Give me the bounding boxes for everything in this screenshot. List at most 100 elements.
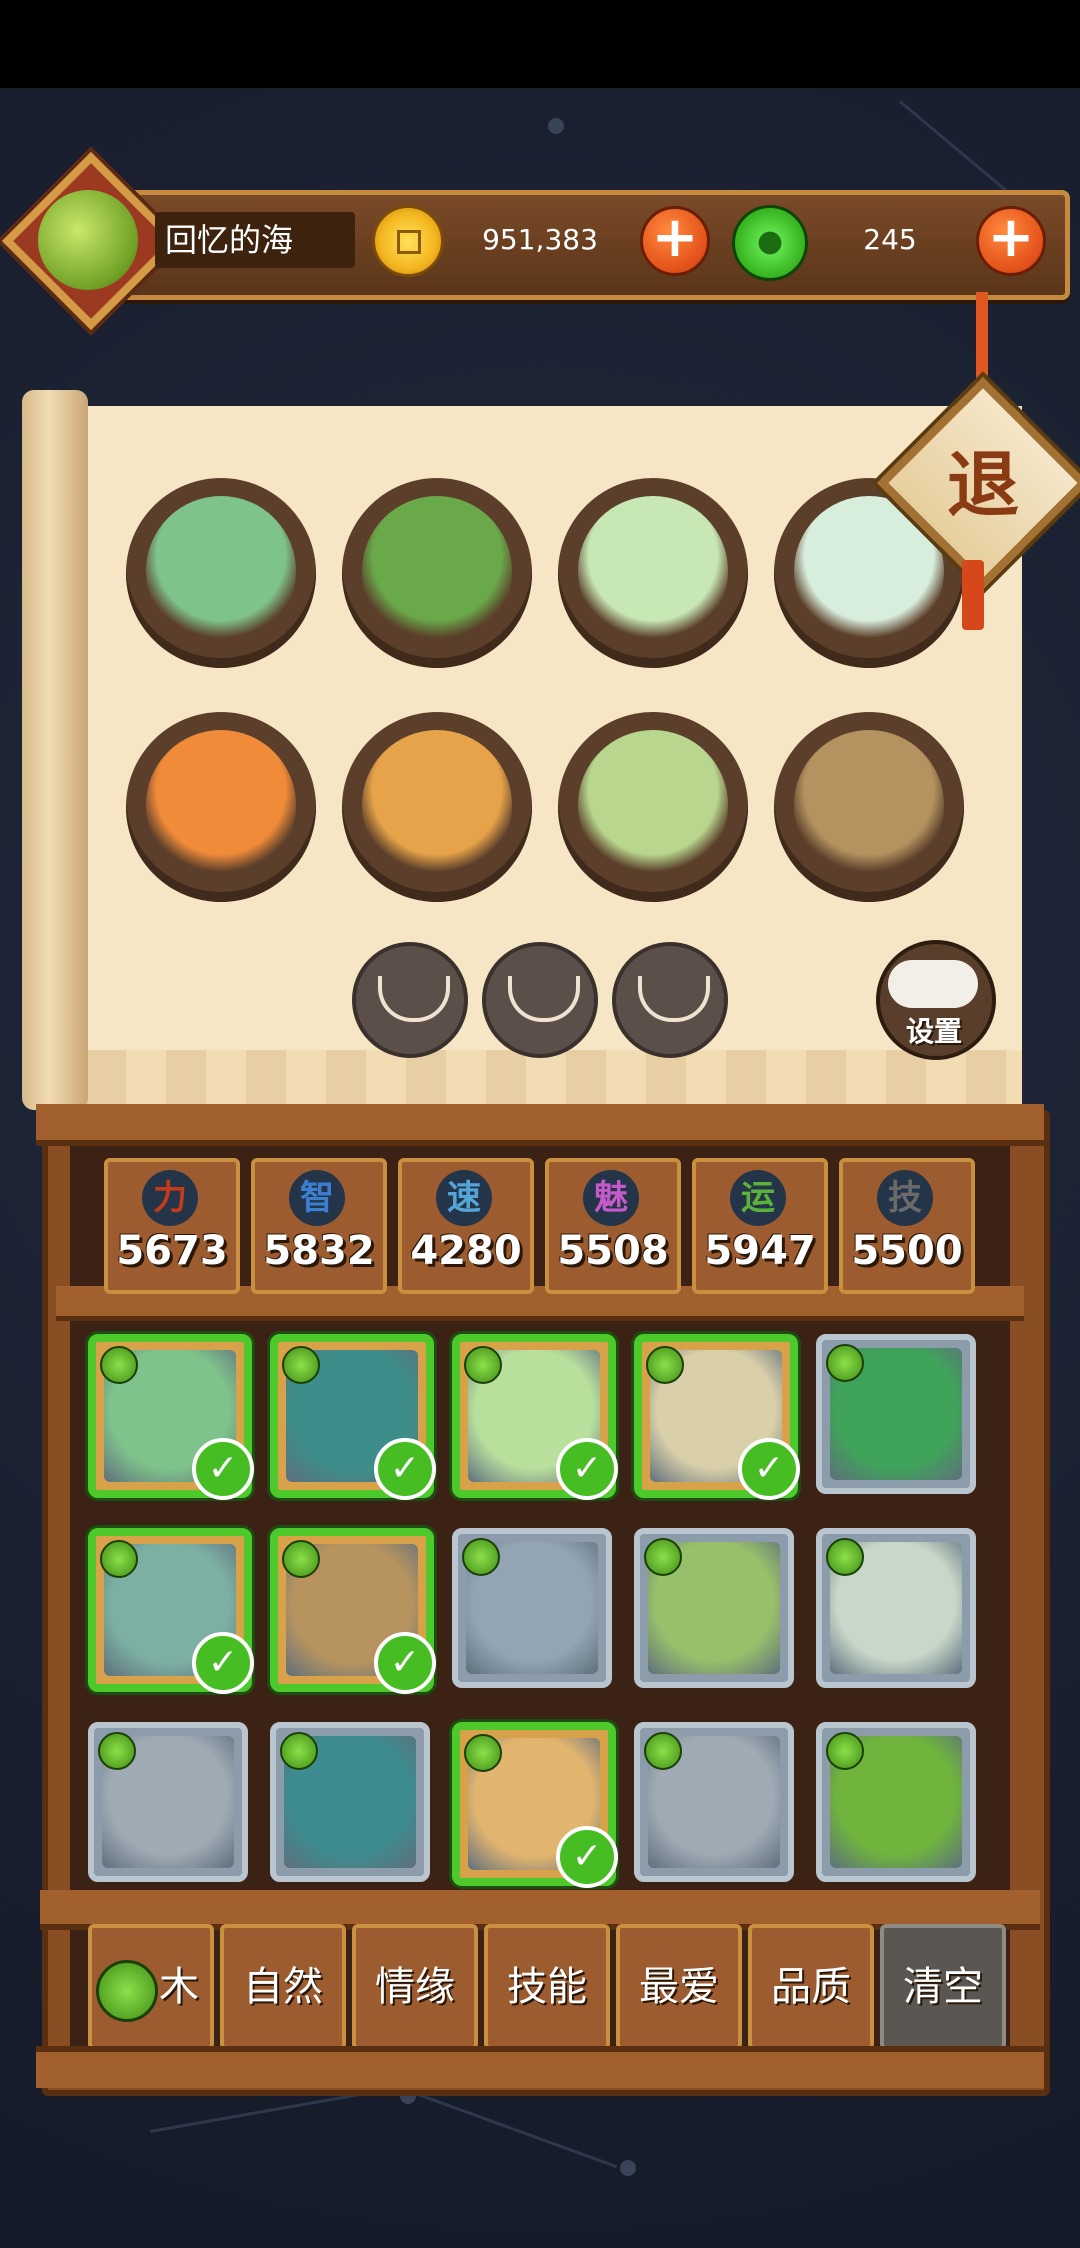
hero-card-twin-fairies[interactable]	[816, 1528, 976, 1688]
stat-value: 5500	[851, 1228, 963, 1274]
stat-4: 运 5947	[692, 1158, 828, 1294]
team-slot-leaf-dancer[interactable]	[342, 712, 532, 902]
team-slot-silver-hair-swordsman[interactable]	[558, 712, 748, 902]
filter-button-2[interactable]: 情缘	[352, 1924, 478, 2050]
hero-card-leaf-dancer[interactable]: ✓	[452, 1722, 618, 1888]
hero-card-tree-man[interactable]	[816, 1722, 976, 1882]
hero-card-green-hair-boy[interactable]	[634, 1528, 794, 1688]
hero-card-jade-turtle-hero[interactable]: ✓	[452, 1334, 618, 1500]
wood-element-icon	[100, 1540, 138, 1578]
wood-element-icon	[826, 1732, 864, 1770]
team-slot-straw-hat-archer[interactable]	[774, 712, 964, 902]
filter-button-6[interactable]: 清空	[880, 1924, 1006, 2050]
stat-icon: 速	[436, 1170, 492, 1226]
checkmark-icon: ✓	[374, 1632, 436, 1694]
coin-hat-girl-portrait	[146, 730, 296, 880]
hero-card-witch-girl[interactable]	[270, 1722, 430, 1882]
team-slot-coin-hat-girl[interactable]	[126, 712, 316, 902]
wood-element-icon	[464, 1734, 502, 1772]
stat-1: 智 5832	[251, 1158, 387, 1294]
checkmark-icon: ✓	[738, 1438, 800, 1500]
jade-amount: 245	[863, 223, 917, 256]
leaf-dancer-portrait	[362, 730, 512, 880]
filter-label: 情缘	[375, 1964, 455, 2010]
checkmark-icon: ✓	[374, 1438, 436, 1500]
hero-card-tiger-mage[interactable]	[816, 1334, 976, 1494]
bearded-sage-portrait	[362, 496, 512, 646]
filter-label: 最爱	[639, 1964, 719, 2010]
jade-turtle-hero-portrait	[578, 496, 728, 646]
wood-element-icon	[280, 1732, 318, 1770]
filter-label: 技能	[507, 1964, 587, 2010]
wood-element-icon	[282, 1346, 320, 1384]
hero-card-straw-hat-archer[interactable]: ✓	[270, 1528, 436, 1694]
hero-card-bearded-sage[interactable]: ✓	[270, 1334, 436, 1500]
stat-2: 速 4280	[398, 1158, 534, 1294]
cabinet-bottom-beam	[36, 2046, 1044, 2088]
hero-card-sprout-creature[interactable]	[88, 1722, 248, 1882]
constellation-star	[620, 2160, 636, 2176]
scroll-rod	[22, 390, 88, 1110]
filter-button-0[interactable]: 木	[88, 1924, 214, 2050]
straw-hat-archer-portrait	[794, 730, 944, 880]
coin-amount: 951,383	[482, 223, 598, 256]
filter-button-4[interactable]: 最爱	[616, 1924, 742, 2050]
stat-value: 5508	[557, 1228, 669, 1274]
stat-icon: 魅	[583, 1170, 639, 1226]
checkmark-icon: ✓	[556, 1826, 618, 1888]
stat-icon: 力	[142, 1170, 198, 1226]
hero-card-coin-hat-girl[interactable]: ✓	[88, 1528, 254, 1694]
team-slot-jade-turtle-hero[interactable]	[558, 478, 748, 668]
stat-icon: 运	[730, 1170, 786, 1226]
player-name: 回忆的海	[155, 212, 355, 268]
jade-disc-icon	[732, 205, 808, 281]
status-bar	[0, 0, 1080, 88]
wood-element-icon	[826, 1538, 864, 1576]
filter-label: 木	[159, 1964, 199, 2010]
filter-button-1[interactable]: 自然	[220, 1924, 346, 2050]
wood-element-icon	[646, 1346, 684, 1384]
wood-element-icon	[464, 1346, 502, 1384]
filter-button-5[interactable]: 品质	[748, 1924, 874, 2050]
filter-label: 自然	[243, 1964, 323, 2010]
add-jade-button[interactable]: +	[976, 206, 1046, 276]
hero-card-lotus-flower[interactable]	[634, 1722, 794, 1882]
hero-card-monkey-warrior[interactable]: ✓	[88, 1334, 254, 1500]
green-dragon-avatar-icon[interactable]	[38, 190, 138, 290]
exit-tassel	[962, 560, 984, 630]
team-slot-monkey-warrior[interactable]	[126, 478, 316, 668]
checkmark-icon: ✓	[192, 1632, 254, 1694]
settings-label: 设置	[905, 1015, 962, 1048]
gamepad-icon	[888, 960, 978, 1008]
monkey-warrior-portrait	[146, 496, 296, 646]
rice-bowl-icon[interactable]	[482, 942, 598, 1058]
stat-5: 技 5500	[839, 1158, 975, 1294]
filter-button-3[interactable]: 技能	[484, 1924, 610, 2050]
wood-element-icon	[462, 1538, 500, 1576]
hero-card-flower-maiden[interactable]: ✓	[634, 1334, 800, 1500]
wood-element-icon	[826, 1344, 864, 1382]
stat-0: 力 5673	[104, 1158, 240, 1294]
stat-value: 5947	[704, 1228, 816, 1274]
stat-3: 魅 5508	[545, 1158, 681, 1294]
team-slot-bearded-sage[interactable]	[342, 478, 532, 668]
checkmark-icon: ✓	[192, 1438, 254, 1500]
silver-hair-swordsman-portrait	[578, 730, 728, 880]
scroll-wave-border	[86, 1050, 1022, 1110]
hero-card-wolf-scholar[interactable]	[452, 1528, 612, 1688]
wood-element-icon	[100, 1346, 138, 1384]
wood-element-icon	[282, 1540, 320, 1578]
wood-element-icon	[644, 1732, 682, 1770]
stat-value: 5673	[116, 1228, 228, 1274]
rice-bowl-icon[interactable]	[612, 942, 728, 1058]
rice-bowl-icon[interactable]	[352, 942, 468, 1058]
wood-element-icon	[98, 1732, 136, 1770]
filter-label: 品质	[771, 1964, 851, 2010]
constellation-star	[548, 118, 564, 134]
checkmark-icon: ✓	[556, 1438, 618, 1500]
gold-coin-icon	[372, 205, 444, 277]
stat-icon: 智	[289, 1170, 345, 1226]
add-coins-button[interactable]: +	[640, 206, 710, 276]
filter-label: 清空	[903, 1964, 983, 2010]
leaf-icon	[96, 1960, 158, 2022]
